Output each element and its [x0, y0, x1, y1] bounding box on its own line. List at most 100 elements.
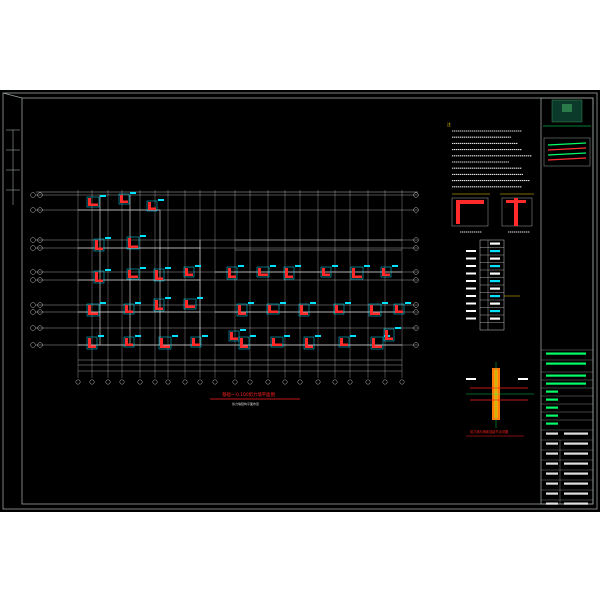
- column-label: [140, 267, 146, 269]
- title-block-text: [546, 374, 586, 377]
- schedule-cell-text: [490, 250, 500, 253]
- shear-wall-column: [322, 273, 330, 276]
- shear-wall-column: [88, 345, 96, 348]
- schedule-cell-text: [490, 272, 500, 275]
- shear-wall-column: [372, 345, 382, 348]
- title-block-text: [546, 462, 558, 465]
- column-label: [202, 335, 208, 337]
- shear-wall-column: [185, 273, 193, 276]
- column-label: [405, 302, 411, 304]
- column-label: [364, 265, 370, 267]
- schedule-label: [466, 280, 476, 282]
- column-label: [295, 265, 301, 267]
- column-label: [100, 302, 106, 304]
- title-block-text: [546, 482, 558, 485]
- title-block-text: [546, 502, 558, 505]
- plan-subtitle: 剪力墙结构平面布置: [232, 401, 259, 406]
- column-label: [250, 335, 256, 337]
- column-label: [392, 265, 398, 267]
- plan-title: 基础~-0.100剪力墙平面图: [222, 391, 276, 398]
- column-label: [100, 195, 106, 197]
- column-label: [270, 265, 276, 267]
- shear-wall-column: [95, 247, 103, 250]
- title-block-text: [546, 406, 558, 409]
- title-block-text: [546, 442, 558, 445]
- shear-wall-column: [148, 207, 156, 210]
- shear-wall-column: [300, 312, 308, 315]
- title-block-text: [564, 492, 588, 495]
- column-label: [195, 265, 201, 267]
- shear-wall-column: [305, 345, 313, 348]
- column-label: [158, 199, 164, 201]
- column-label: [248, 302, 254, 304]
- column-label: [105, 269, 111, 271]
- schedule-label: [466, 295, 476, 297]
- connection-label: [518, 378, 528, 380]
- schedule-cell-text: [490, 295, 500, 298]
- schedule-cell-text: [490, 242, 500, 245]
- column-label: [105, 237, 111, 239]
- column-label: [382, 302, 388, 304]
- shear-wall-column: [268, 310, 278, 313]
- shear-wall-column: [88, 312, 98, 315]
- title-block-text: [546, 452, 558, 455]
- title-block-text: [564, 442, 588, 445]
- notes-heading: 注: [447, 121, 451, 127]
- shear-wall-column: [125, 310, 133, 313]
- shear-wall-column: [238, 312, 246, 315]
- title-block-text: [546, 422, 558, 425]
- title-block-text: [546, 432, 558, 435]
- column-label: [284, 335, 290, 337]
- cad-drawing: 基础~-0.100剪力墙平面图 剪力墙结构平面布置 注 剪力墙与墙体连接节点详图: [0, 90, 600, 512]
- schedule-label: [466, 250, 476, 252]
- title-block-text: [564, 462, 588, 465]
- shear-wall-column: [88, 203, 98, 206]
- shear-wall-column: [340, 343, 348, 346]
- shear-wall-column: [125, 343, 133, 346]
- column-label: [172, 335, 178, 337]
- column-label: [350, 335, 356, 337]
- title-block-text: [564, 432, 588, 435]
- schedule-cell-text: [490, 265, 500, 268]
- shear-wall-column: [240, 345, 248, 348]
- schedule-cell-text: [490, 302, 500, 305]
- schedule-cell-text: [490, 310, 500, 313]
- title-block-text: [546, 382, 586, 385]
- column-label: [135, 335, 141, 337]
- title-block-text: [546, 414, 558, 417]
- schedule-label: [466, 310, 476, 312]
- shear-wall-column: [228, 275, 236, 278]
- column-label: [395, 327, 401, 329]
- column-label: [280, 302, 286, 304]
- schedule-label: [466, 265, 476, 267]
- title-block-text: [546, 398, 558, 401]
- title-block-text: [564, 472, 588, 475]
- schedule-cell-text: [490, 280, 500, 283]
- schedule-label: [466, 257, 476, 260]
- title-block-text: [564, 482, 588, 485]
- drawing-canvas: 基础~-0.100剪力墙平面图 剪力墙结构平面布置 注 剪力墙与墙体连接节点详图: [0, 0, 600, 600]
- column-label: [310, 302, 316, 304]
- column-label: [98, 335, 104, 337]
- shear-wall-column: [352, 275, 362, 278]
- column-label: [130, 192, 136, 194]
- title-block-text: [564, 452, 588, 455]
- shear-wall-column: [120, 200, 128, 203]
- column-label: [332, 265, 338, 267]
- shear-wall-column: [385, 337, 393, 340]
- column-label: [135, 302, 141, 304]
- schedule-cell-text: [490, 287, 500, 290]
- title-block-text: [564, 502, 588, 505]
- schedule-label: [466, 272, 476, 275]
- schedule-cell-text: [490, 257, 500, 260]
- shear-wall-column: [370, 312, 380, 315]
- shear-wall-column: [272, 343, 282, 346]
- shear-wall-column: [185, 305, 195, 308]
- title-block-text: [546, 472, 558, 475]
- shear-wall-column: [128, 245, 138, 248]
- schedule-label: [466, 287, 476, 290]
- shear-wall-column: [192, 343, 200, 346]
- shear-wall-column: [395, 310, 403, 313]
- shear-wall-column: [160, 345, 170, 348]
- connection-detail-title: 剪力墙与墙体连接节点详图: [470, 429, 508, 434]
